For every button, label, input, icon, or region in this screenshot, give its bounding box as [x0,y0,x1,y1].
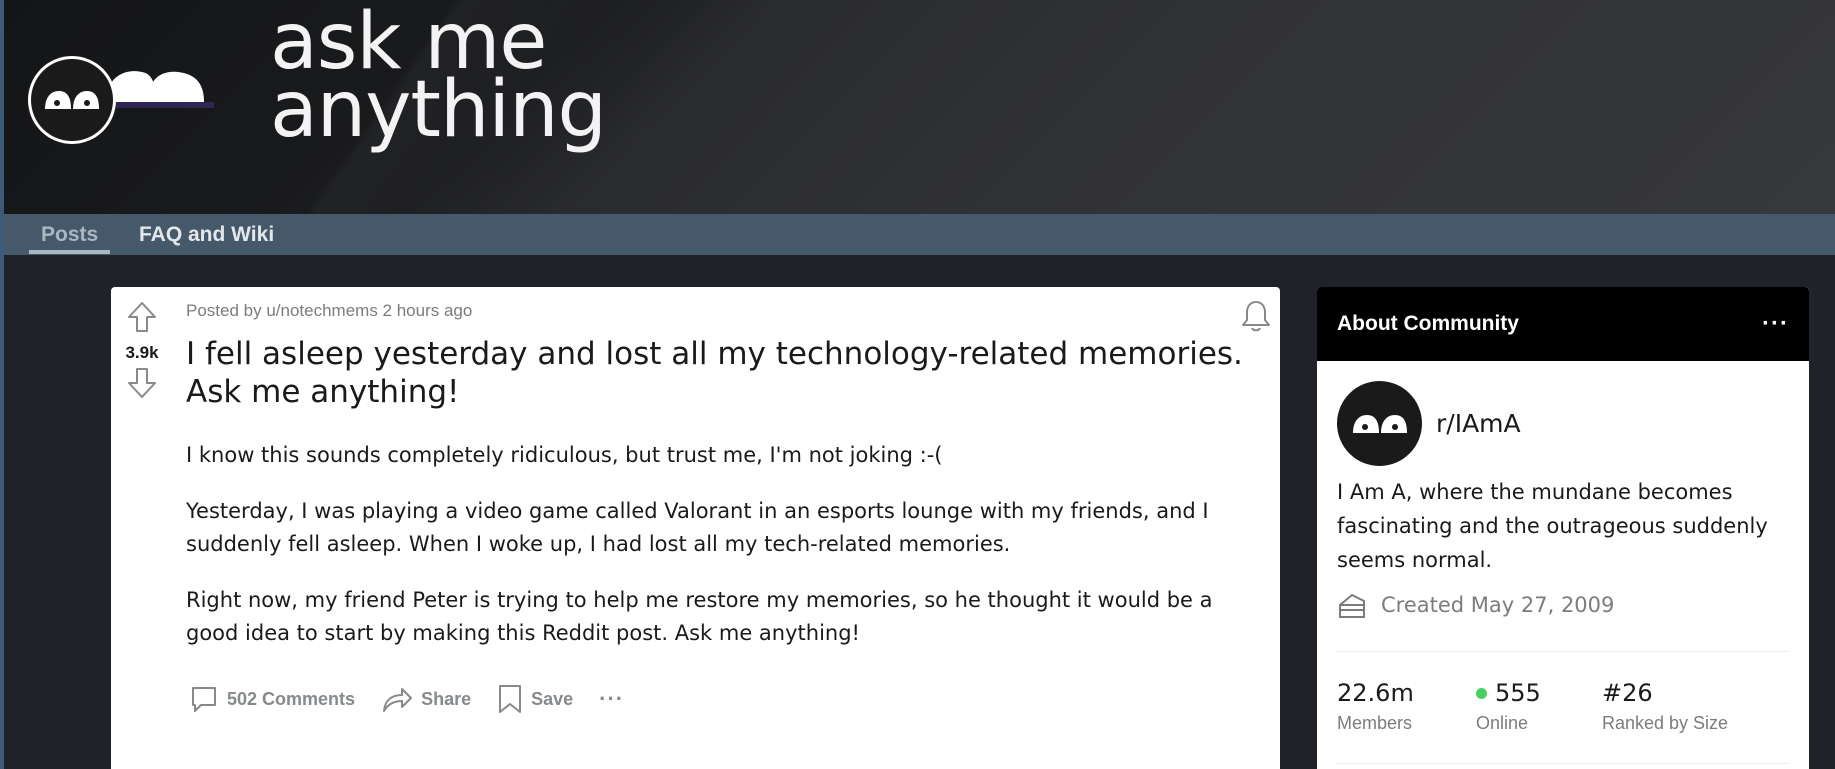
members-label: Members [1337,713,1413,733]
comment-icon [192,687,216,712]
community-description: I Am A, where the mundane becomes fascin… [1337,480,1768,572]
online-count: 555 [1495,679,1541,707]
post-paragraph: Right now, my friend Peter is trying to … [186,588,1213,645]
more-options-button[interactable]: ··· [593,682,630,716]
post-meta: Posted by u/notechmems 2 hours ago [186,301,473,320]
created-date: Created May 27, 2009 [1381,593,1615,617]
share-button[interactable]: Share [375,680,477,718]
share-label: Share [421,688,472,709]
post-paragraph: I know this sounds completely ridiculous… [186,443,943,467]
comments-button[interactable]: 502 Comments [183,680,361,718]
post-title[interactable]: I fell asleep yesterday and lost all my … [186,335,1246,411]
tab-posts[interactable]: Posts [29,214,111,255]
rank-stat: #26 Ranked by Size [1602,679,1772,734]
community-name[interactable]: r/IAmA [1436,409,1521,438]
about-header: About Community ··· [1317,287,1809,361]
bell-icon[interactable] [1240,299,1272,333]
banner-title: ask me anything [270,3,607,155]
about-header-title: About Community [1337,312,1519,335]
comments-label: 502 Comments [227,688,356,709]
community-identity: r/IAmA [1337,381,1521,466]
divider [1337,763,1789,764]
ama-logo-icon [45,91,99,109]
about-more-button[interactable]: ··· [1762,310,1789,338]
online-label: Online [1476,713,1529,733]
tab-faq-and-wiki[interactable]: FAQ and Wiki [127,214,286,255]
save-button[interactable]: Save [491,679,579,719]
post-card: 3.9k Posted by u/notechmems 2 hours ago … [111,287,1280,769]
members-stat: 22.6m Members [1337,679,1476,734]
ama-logo-icon [1352,414,1407,433]
upvote-icon[interactable] [127,301,157,333]
bookmark-icon [499,685,522,713]
post-body: I know this sounds completely ridiculous… [186,439,1266,673]
divider [1337,651,1789,652]
cake-icon [1339,594,1365,618]
online-indicator-icon [1476,687,1487,699]
members-count: 22.6m [1337,679,1414,707]
about-community-card: About Community ··· r/IAmA I Am A, where… [1317,287,1809,769]
post-actions: 502 Comments Share Save ··· [183,679,644,719]
subreddit-logo[interactable] [28,56,116,144]
window-left-edge [0,0,4,769]
online-stat: 555 Online [1476,679,1602,734]
rank-label: Ranked by Size [1602,713,1729,733]
created-date-row: Created May 27, 2009 [1337,591,1614,619]
rank-value: #26 [1602,679,1653,707]
subreddit-banner: ask me anything [0,0,1835,214]
banner-title-line2: anything [270,65,607,155]
community-stats: 22.6m Members 555 Online #26 Ranked by S… [1337,679,1772,734]
downvote-icon[interactable] [127,367,157,399]
post-paragraph: Yesterday, I was playing a video game ca… [186,499,1209,556]
community-avatar[interactable] [1337,381,1422,466]
subreddit-nav: Posts FAQ and Wiki [0,214,1835,255]
vote-column: 3.9k [111,301,173,403]
vote-count: 3.9k [125,343,159,362]
share-icon [383,688,413,712]
save-label: Save [531,688,574,709]
